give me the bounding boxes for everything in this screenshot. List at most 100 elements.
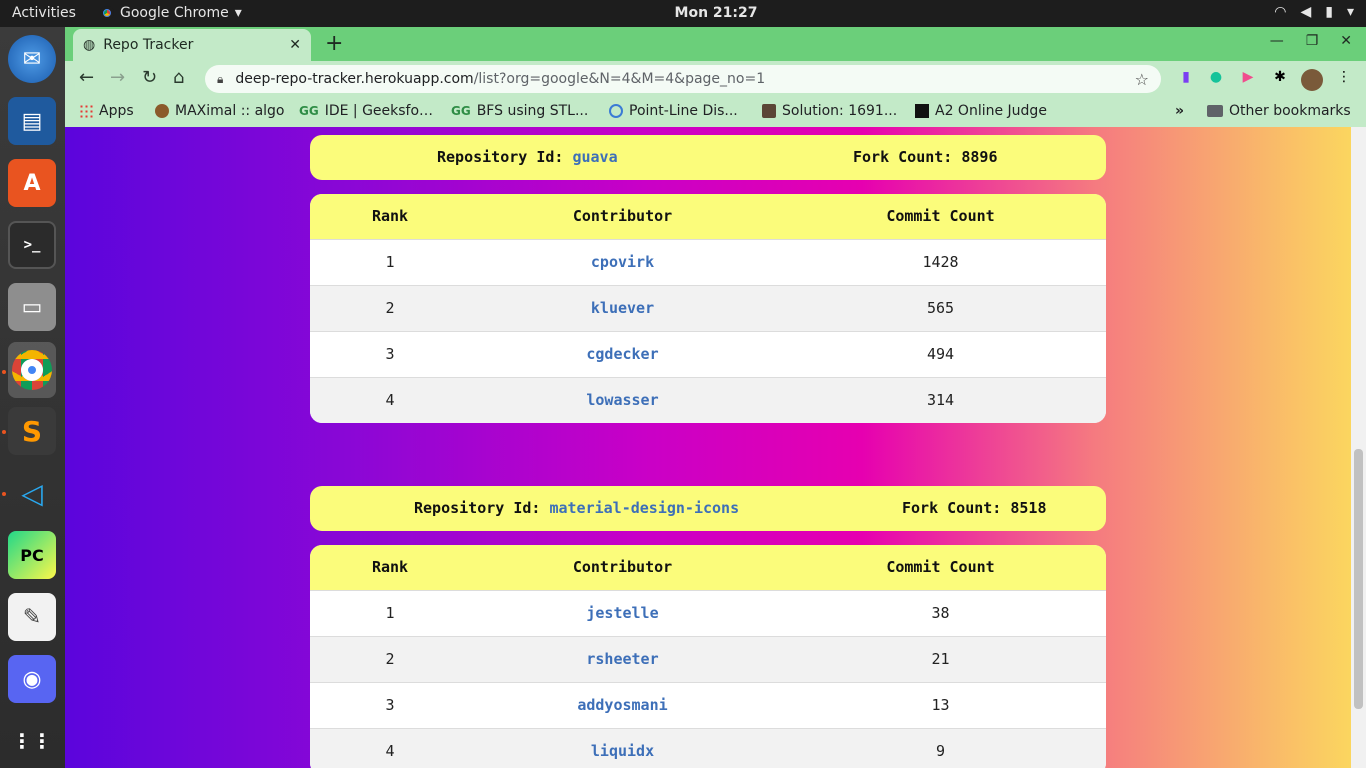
- table-row: 2 kluever 565: [310, 285, 1106, 331]
- software-store-icon[interactable]: A: [8, 159, 56, 207]
- chevron-down-icon: ▾: [1346, 4, 1354, 20]
- contributor-link[interactable]: kluever: [470, 286, 775, 331]
- apps-grid-icon: [79, 104, 93, 118]
- table-row: 4 liquidx 9: [310, 728, 1106, 768]
- repo-header: Repository Id: material-design-icons For…: [310, 486, 1106, 531]
- bookmark-maximal[interactable]: MAXimal :: algo: [155, 103, 285, 119]
- system-tray[interactable]: ◠ ◀ ▮ ▾: [1274, 4, 1354, 20]
- table-row: 2 rsheeter 21: [310, 636, 1106, 682]
- globe-icon: ◍: [83, 37, 96, 53]
- fork-count: Fork Count: 8896: [853, 148, 998, 166]
- terminal-icon[interactable]: >_: [8, 221, 56, 269]
- contributors-table: Rank Contributor Commit Count 1 jestelle…: [310, 545, 1106, 768]
- contributor-link[interactable]: liquidx: [470, 729, 775, 768]
- col-contributor: Contributor: [572, 207, 673, 225]
- fork-count: Fork Count: 8518: [902, 499, 1047, 517]
- running-indicator: [2, 370, 6, 374]
- discord-icon[interactable]: ◉: [8, 655, 56, 703]
- contributor-link[interactable]: rsheeter: [470, 637, 775, 682]
- col-commits: Commit Count: [886, 558, 995, 576]
- globe-icon: [609, 104, 623, 118]
- scrollbar-thumb[interactable]: [1354, 449, 1363, 709]
- avatar[interactable]: [1301, 69, 1323, 91]
- pycharm-icon[interactable]: PC: [8, 531, 56, 579]
- col-rank: Rank: [371, 558, 409, 576]
- forward-icon[interactable]: →: [110, 67, 125, 88]
- contributor-link[interactable]: addyosmani: [470, 683, 775, 728]
- chrome-icon: [12, 350, 52, 390]
- table-row: 1 jestelle 38: [310, 590, 1106, 636]
- back-icon[interactable]: ←: [79, 67, 94, 88]
- gfg-icon: GG: [451, 104, 471, 118]
- bookmark-apps[interactable]: Apps: [79, 103, 134, 119]
- table-row: 1 cpovirk 1428: [310, 239, 1106, 285]
- address-bar[interactable]: 🔒︎ deep-repo-tracker.herokuapp.com/list?…: [205, 65, 1161, 93]
- bookmark-a2oj[interactable]: A2 Online Judge: [915, 103, 1047, 119]
- restore-icon[interactable]: ❐: [1306, 33, 1319, 49]
- chrome-dock-icon[interactable]: [8, 342, 56, 398]
- running-indicator: [2, 492, 6, 496]
- chrome-window: ◍ Repo Tracker ✕ + — ❐ ✕ ← → ↻ ⌂ 🔒︎ deep…: [65, 27, 1366, 768]
- thunderbird-icon[interactable]: ✉: [8, 35, 56, 83]
- bookmark-point-line[interactable]: Point-Line Dis...: [609, 103, 738, 119]
- contributor-link[interactable]: cgdecker: [470, 332, 775, 377]
- table-header: Rank Contributor Commit Count: [310, 194, 1106, 239]
- menu-icon[interactable]: ⋮: [1333, 69, 1355, 91]
- contributors-table: Rank Contributor Commit Count 1 cpovirk …: [310, 194, 1106, 423]
- new-tab-button[interactable]: +: [325, 31, 343, 56]
- window-controls: — ❐ ✕: [1270, 33, 1352, 49]
- page-viewport: Repository Id: guava Fork Count: 8896 Ra…: [65, 127, 1351, 768]
- table-row: 3 addyosmani 13: [310, 682, 1106, 728]
- battery-icon: ▮: [1325, 4, 1333, 20]
- url-path: /list?org=google&N=4&M=4&page_no=1: [473, 71, 766, 87]
- col-rank: Rank: [371, 207, 409, 225]
- contributor-link[interactable]: jestelle: [470, 591, 775, 636]
- tab-repo-tracker[interactable]: ◍ Repo Tracker ✕: [73, 29, 311, 61]
- contributor-link[interactable]: lowasser: [470, 378, 775, 423]
- tab-strip: ◍ Repo Tracker ✕ + — ❐ ✕: [65, 27, 1366, 61]
- system-top-bar: Activities Google Chrome ▾ Mon 21:27 ◠ ◀…: [0, 0, 1366, 27]
- files-icon[interactable]: ▭: [8, 283, 56, 331]
- col-contributor: Contributor: [572, 558, 673, 576]
- other-bookmarks[interactable]: Other bookmarks: [1207, 103, 1351, 119]
- grammarly-icon[interactable]: ●: [1205, 69, 1227, 91]
- bookmark-bfs[interactable]: GG BFS using STL...: [451, 103, 588, 119]
- repo-link[interactable]: material-design-icons: [549, 499, 739, 517]
- lock-icon[interactable]: 🔒︎: [217, 72, 223, 87]
- show-apps-icon[interactable]: ⋮⋮: [8, 717, 56, 765]
- writer-icon[interactable]: ▤: [8, 97, 56, 145]
- sublime-icon[interactable]: S: [8, 407, 56, 455]
- star-icon[interactable]: ☆: [1135, 70, 1149, 89]
- contributor-link[interactable]: cpovirk: [470, 240, 775, 285]
- vscode-icon[interactable]: ◁: [8, 469, 56, 517]
- volume-icon: ◀: [1300, 4, 1312, 20]
- text-editor-icon[interactable]: ✎: [8, 593, 56, 641]
- col-commits: Commit Count: [886, 207, 995, 225]
- repo-link[interactable]: guava: [572, 148, 617, 166]
- bookmarks-overflow-button[interactable]: »: [1175, 103, 1184, 119]
- running-indicator: [2, 430, 6, 434]
- clock[interactable]: Mon 21:27: [0, 5, 1366, 21]
- repo-header: Repository Id: guava Fork Count: 8896: [310, 135, 1106, 180]
- page-scrollbar[interactable]: [1351, 127, 1366, 768]
- bookmark-solution[interactable]: Solution: 1691...: [762, 103, 897, 119]
- folder-icon: [1207, 105, 1223, 117]
- close-window-icon[interactable]: ✕: [1340, 33, 1352, 49]
- owl-icon: [155, 104, 169, 118]
- puzzle-icon[interactable]: ✱: [1269, 69, 1291, 91]
- bookmark-geeksforgeeks[interactable]: GG IDE | GeeksforGeeks: [299, 103, 439, 119]
- wifi-icon: ◠: [1274, 4, 1287, 20]
- repo-id: Repository Id: guava: [437, 148, 618, 166]
- browser-toolbar: ← → ↻ ⌂ 🔒︎ deep-repo-tracker.herokuapp.c…: [65, 61, 1366, 97]
- minimize-icon[interactable]: —: [1270, 33, 1284, 49]
- table-row: 3 cgdecker 494: [310, 331, 1106, 377]
- extension-icon[interactable]: ▮: [1175, 69, 1197, 91]
- repo-id: Repository Id: material-design-icons: [414, 499, 740, 517]
- a2oj-icon: [915, 104, 929, 118]
- home-icon[interactable]: ⌂: [173, 67, 184, 88]
- bookmarks-bar: Apps MAXimal :: algo GG IDE | GeeksforGe…: [65, 97, 1366, 127]
- close-icon[interactable]: ✕: [289, 37, 301, 53]
- url-host: deep-repo-tracker.herokuapp.com: [235, 71, 474, 87]
- reload-icon[interactable]: ↻: [142, 67, 157, 88]
- extension-icon[interactable]: ▶: [1237, 69, 1259, 91]
